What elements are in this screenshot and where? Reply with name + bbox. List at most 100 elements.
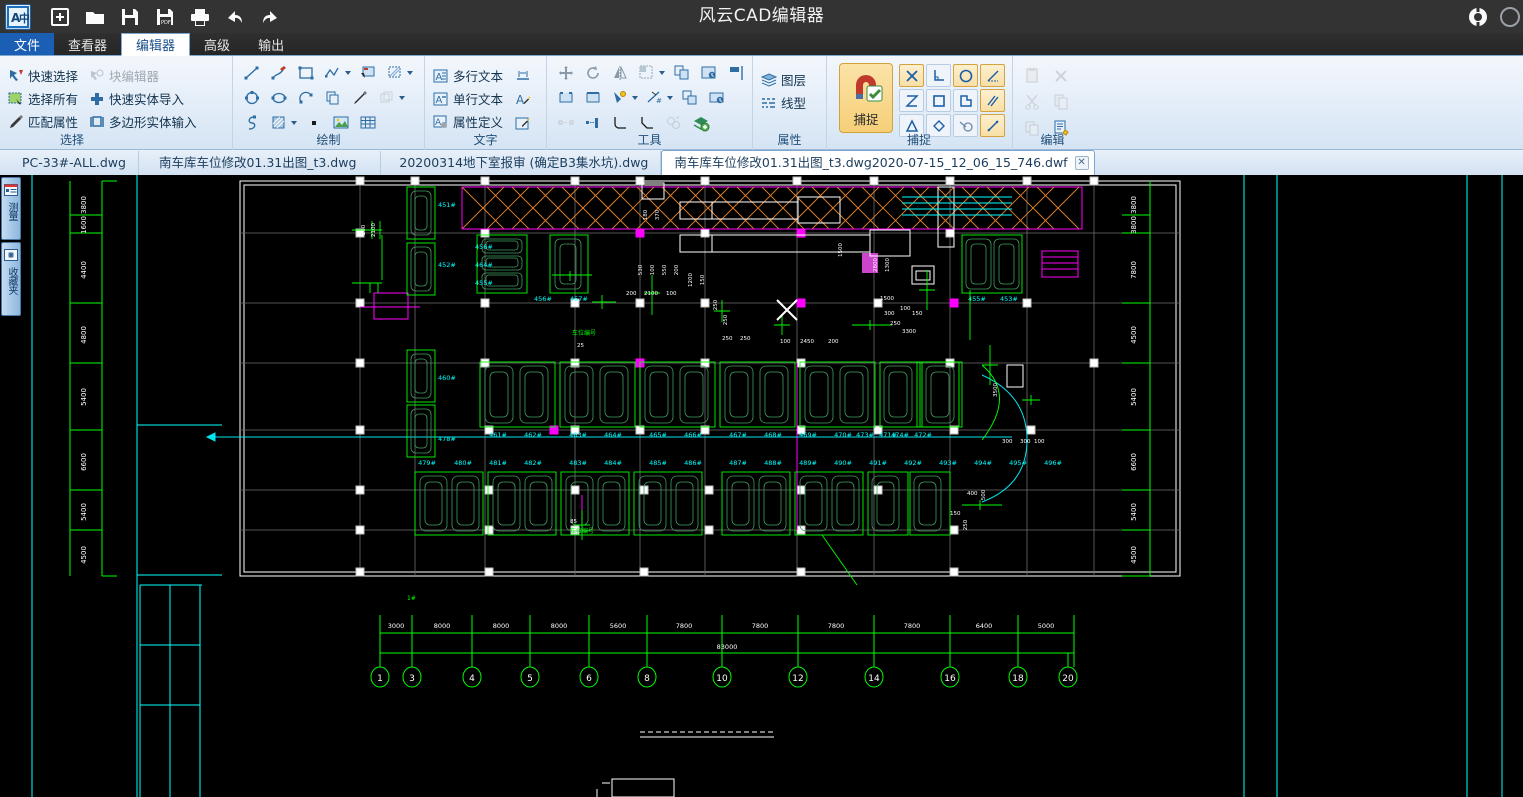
ellipse-icon[interactable]	[266, 86, 291, 110]
menu-item-file[interactable]: 文件	[0, 33, 54, 55]
svg-text:491#: 491#	[869, 459, 887, 467]
linetype-button[interactable]: 线型	[759, 91, 811, 114]
rotate-icon[interactable]	[580, 61, 605, 85]
match-properties-button[interactable]: 匹配属性	[6, 110, 83, 133]
svg-text:5400: 5400	[1130, 503, 1138, 521]
offset-icon[interactable]	[696, 61, 721, 85]
svg-text:4800: 4800	[80, 326, 88, 344]
svg-text:100: 100	[780, 339, 791, 345]
doc-tab-2[interactable]: 20200314地下室报审 (确定B3集水坑).dwg	[381, 151, 661, 175]
new-file-icon[interactable]	[49, 6, 71, 28]
snap-midpoint-icon[interactable]	[899, 89, 924, 112]
delete-icon[interactable]	[1048, 64, 1073, 88]
svg-text:493#: 493#	[939, 459, 957, 467]
rectangle-icon[interactable]	[293, 61, 318, 85]
spline-icon[interactable]	[320, 61, 345, 85]
svg-text:456#: 456#	[475, 243, 493, 251]
svg-text:466#: 466#	[684, 431, 702, 439]
svg-text:1500: 1500	[838, 243, 844, 257]
svg-text:467#: 467#	[729, 431, 747, 439]
brush-icon[interactable]	[347, 86, 372, 110]
close-icon[interactable]: ✕	[1075, 156, 1089, 170]
cut-icon[interactable]	[1019, 90, 1044, 114]
block-editor-button[interactable]: 块编辑器	[87, 64, 202, 87]
save-icon[interactable]	[119, 6, 141, 28]
extend-icon[interactable]	[580, 86, 605, 110]
chamfer-icon[interactable]: #	[642, 86, 667, 110]
sidebar-item-measure[interactable]: 测量	[1, 177, 21, 240]
save-pdf-icon[interactable]: PDF	[154, 6, 176, 28]
text-style-icon[interactable]: A	[510, 88, 535, 112]
snap-toggle-button[interactable]: 捕捉	[839, 63, 893, 133]
hatch-pattern-icon[interactable]	[382, 61, 407, 85]
ribbon-group-tools-title: 工具	[547, 131, 752, 148]
snap-extension-icon[interactable]	[980, 114, 1005, 137]
stretch-icon[interactable]	[704, 86, 729, 110]
snap-insert-icon[interactable]	[953, 89, 978, 112]
open-folder-icon[interactable]	[84, 6, 106, 28]
svg-text:468#: 468#	[764, 431, 782, 439]
polyline-icon[interactable]	[266, 61, 291, 85]
doc-tab-3[interactable]: 南车库车位修改01.31出图_t3.dwg2020-07-15_12_06_15…	[661, 150, 1094, 175]
singleline-text-button[interactable]: A 单行文本	[431, 87, 508, 110]
line-icon[interactable]	[239, 61, 264, 85]
svg-text:中: 中	[19, 11, 29, 25]
svg-text:478#: 478#	[438, 435, 456, 443]
text-align-icon[interactable]	[510, 64, 535, 88]
array-icon[interactable]	[677, 86, 702, 110]
menu-item-viewer[interactable]: 查看器	[54, 33, 121, 55]
quick-select-button[interactable]: 快速选择	[6, 64, 83, 87]
arc-icon[interactable]	[293, 86, 318, 110]
redo-icon[interactable]	[259, 6, 281, 28]
svg-text:452#: 452#	[438, 261, 456, 269]
snap-perpendicular-icon[interactable]	[926, 64, 951, 87]
copy-clip-icon[interactable]	[1048, 90, 1073, 114]
print-icon[interactable]	[189, 6, 211, 28]
svg-text:1300: 1300	[885, 258, 891, 272]
quick-entity-import-button[interactable]: 快速实体导入	[87, 87, 202, 110]
svg-text:8000: 8000	[551, 622, 568, 630]
copy-entity-icon[interactable]	[320, 86, 345, 110]
menu-item-output[interactable]: 输出	[244, 33, 298, 55]
svg-text:250: 250	[963, 519, 969, 530]
fillet-icon[interactable]	[607, 86, 632, 110]
copy-icon[interactable]	[669, 61, 694, 85]
sidebar-item-favorites[interactable]: 收藏夹	[1, 242, 21, 316]
layer-stack-icon[interactable]	[374, 86, 399, 110]
ribbon-group-select: 快速选择 选择所有 匹配属性	[0, 56, 232, 150]
select-all-button[interactable]: 选择所有	[6, 87, 83, 110]
align-icon[interactable]	[723, 61, 748, 85]
doc-tab-1[interactable]: 南车库车位修改01.31出图_t3.dwg	[139, 151, 381, 175]
snap-center-icon[interactable]	[953, 64, 978, 87]
multiline-text-button[interactable]: A 多行文本	[431, 64, 508, 87]
scale-icon[interactable]	[634, 61, 659, 85]
svg-text:1#: 1#	[407, 595, 416, 602]
snap-tangent-icon[interactable]	[980, 64, 1005, 87]
svg-text:2450: 2450	[800, 339, 814, 345]
snap-parallel-icon[interactable]	[980, 89, 1005, 112]
account-circle-icon[interactable]	[1499, 6, 1521, 28]
svg-text:5400: 5400	[80, 388, 88, 406]
svg-text:489#: 489#	[799, 459, 817, 467]
undo-icon[interactable]	[224, 6, 246, 28]
trim-icon[interactable]	[553, 86, 578, 110]
mirror-icon[interactable]	[607, 61, 632, 85]
attribute-define-button[interactable]: A 属性定义	[431, 110, 508, 133]
settings-circle-icon[interactable]	[1467, 6, 1489, 28]
cad-drawing-canvas[interactable]: 3800 1600 4400 4800 5400 6600 5400 4500 …	[22, 175, 1523, 797]
circle-icon[interactable]	[239, 86, 264, 110]
snap-apparent-icon[interactable]	[953, 114, 978, 137]
svg-text:485#: 485#	[649, 459, 667, 467]
insert-block-icon[interactable]	[355, 61, 380, 85]
menu-item-advanced[interactable]: 高级	[190, 33, 244, 55]
doc-tab-0[interactable]: PC-33#-ALL.dwg	[0, 151, 139, 175]
menu-item-editor[interactable]: 编辑器	[121, 33, 190, 56]
snap-quadrant-icon[interactable]	[926, 89, 951, 112]
move-icon[interactable]	[553, 61, 578, 85]
layers-button[interactable]: 图层	[759, 68, 811, 91]
snap-intersection-icon[interactable]	[899, 64, 924, 87]
svg-text:300: 300	[884, 311, 895, 317]
paste-icon[interactable]	[1019, 64, 1044, 88]
polygon-entity-input-button[interactable]: 多边形实体输入	[87, 110, 202, 133]
ribbon-group-draw-title: 绘制	[233, 131, 424, 148]
